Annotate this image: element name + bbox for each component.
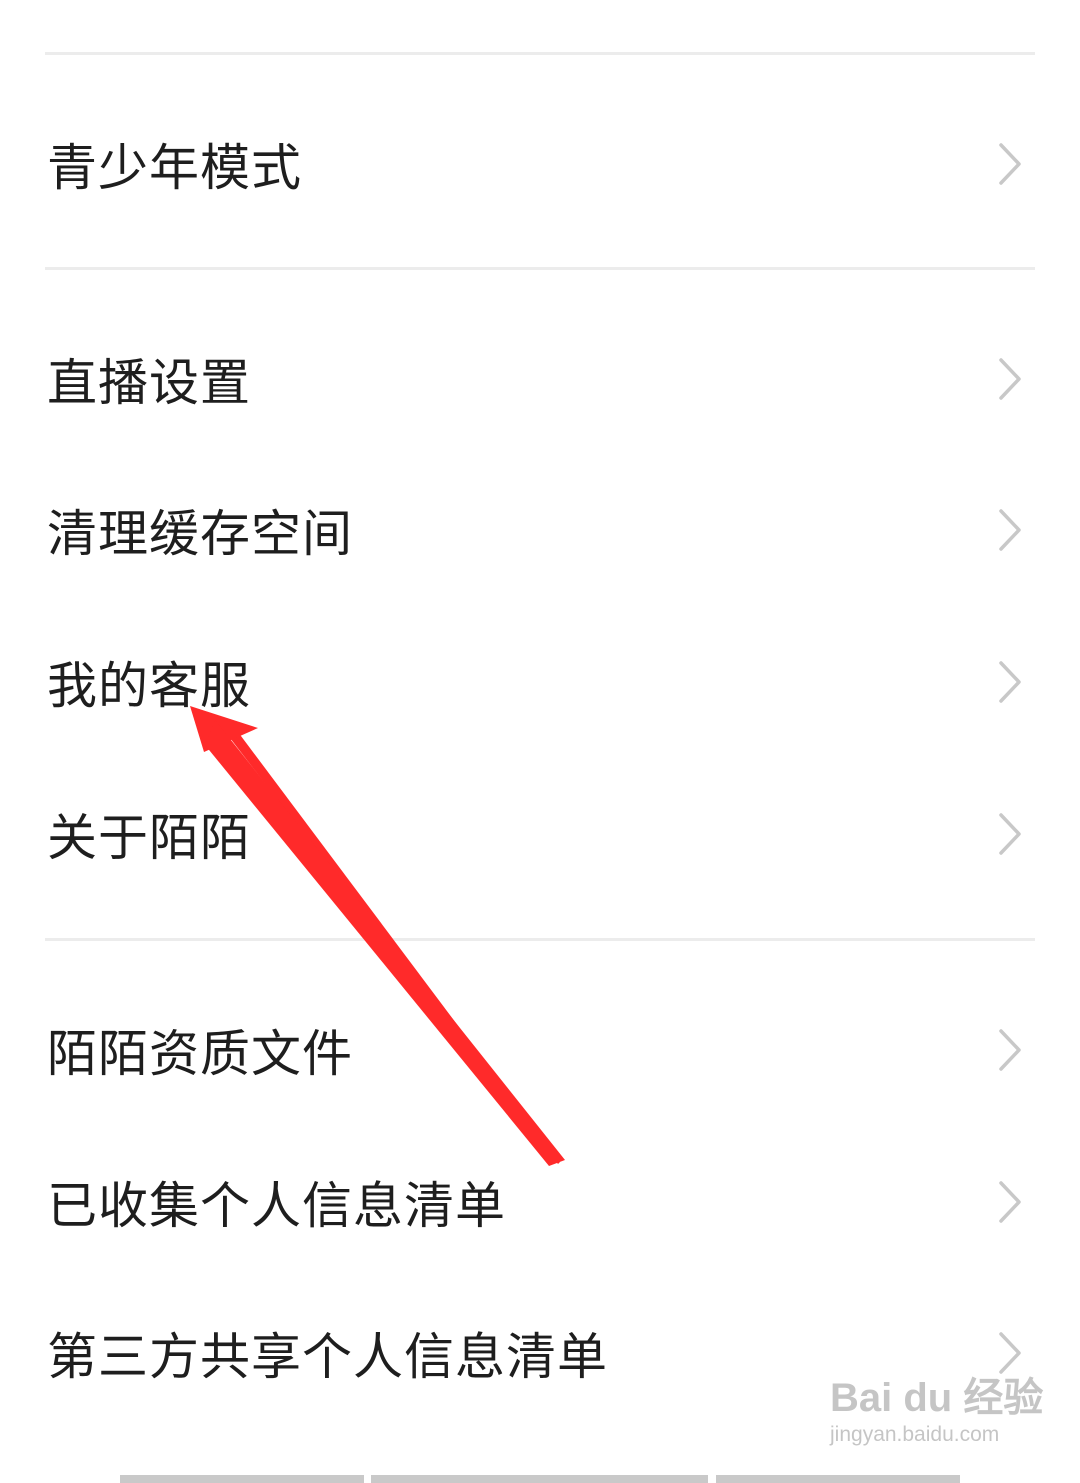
- chevron-right-icon: [999, 358, 1021, 400]
- chevron-right-icon: [999, 813, 1021, 855]
- baidu-jingyan-watermark: Bai du 经验 jingyan.baidu.com: [826, 1365, 1043, 1460]
- section-divider: [45, 267, 1035, 270]
- menu-item-customer-service[interactable]: 我的客服: [0, 607, 1080, 757]
- chevron-right-icon: [999, 509, 1021, 551]
- settings-page: 青少年模式 直播设置 清理缓存空间 我的客服 关于陌陌 陌陌资质文件 已收集个人…: [0, 0, 1080, 1483]
- chevron-right-icon: [999, 143, 1021, 185]
- section-divider: [45, 938, 1035, 941]
- chevron-right-icon: [999, 1181, 1021, 1223]
- menu-item-label: 已收集个人信息清单: [47, 1177, 506, 1235]
- menu-item-label: 直播设置: [47, 354, 251, 412]
- menu-item-label: 我的客服: [47, 657, 251, 715]
- chevron-right-icon: [999, 661, 1021, 703]
- menu-item-label: 第三方共享个人信息清单: [47, 1328, 608, 1386]
- menu-item-qualification-files[interactable]: 陌陌资质文件: [0, 975, 1080, 1125]
- chevron-right-icon: [999, 1029, 1021, 1071]
- menu-item-live-settings[interactable]: 直播设置: [0, 304, 1080, 454]
- section-divider: [45, 52, 1035, 55]
- bottom-bar-segment: [371, 1475, 708, 1483]
- menu-item-label: 青少年模式: [47, 139, 302, 197]
- watermark-main-text: Bai du 经验: [830, 1376, 1044, 1420]
- menu-item-label: 陌陌资质文件: [47, 1025, 353, 1083]
- menu-item-about-momo[interactable]: 关于陌陌: [0, 759, 1080, 909]
- menu-item-teen-mode[interactable]: 青少年模式: [0, 89, 1080, 239]
- menu-item-clear-cache[interactable]: 清理缓存空间: [0, 455, 1080, 605]
- bottom-bar-segment: [716, 1475, 960, 1483]
- menu-item-label: 关于陌陌: [47, 809, 251, 867]
- menu-item-collected-info-list[interactable]: 已收集个人信息清单: [0, 1127, 1080, 1277]
- watermark-sub-text: jingyan.baidu.com: [830, 1423, 1000, 1446]
- bottom-bar-segment: [120, 1475, 364, 1483]
- menu-item-label: 清理缓存空间: [47, 505, 353, 563]
